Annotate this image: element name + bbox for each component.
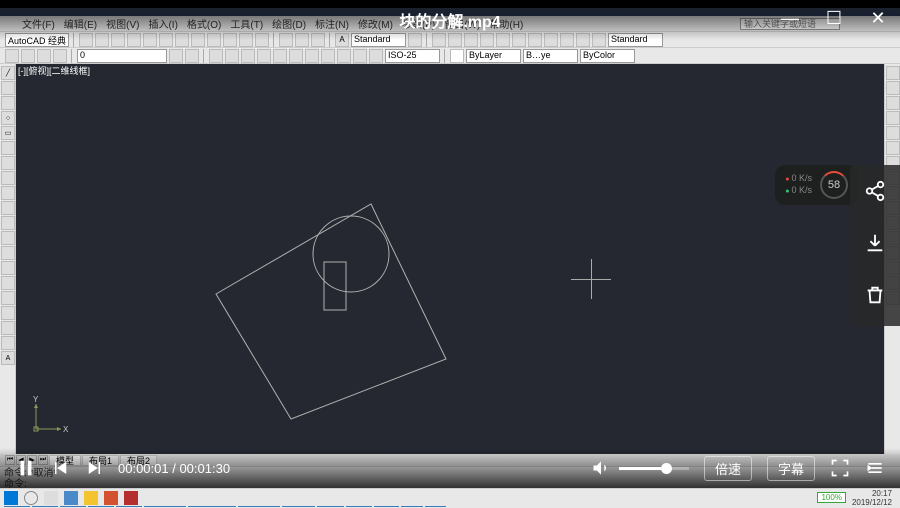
draw-icon[interactable] — [1, 171, 15, 185]
draw-icon[interactable] — [1, 186, 15, 200]
modify-icon[interactable] — [886, 141, 900, 155]
tool-icon[interactable] — [5, 49, 19, 63]
tool-icon[interactable] — [53, 49, 67, 63]
linetype-select[interactable]: B…ye — [523, 49, 578, 63]
draw-text-icon[interactable]: A — [1, 351, 15, 365]
draw-arc-icon[interactable] — [1, 96, 15, 110]
tool-icon[interactable] — [321, 49, 335, 63]
search-icon[interactable] — [24, 491, 38, 505]
window-controls: — ☐ ✕ — [778, 8, 890, 29]
autocad-app-icon[interactable] — [124, 491, 138, 505]
side-panel — [850, 165, 900, 326]
tool-icon[interactable] — [185, 49, 199, 63]
autocad-window: 文件(F) 编辑(E) 视图(V) 插入(I) 格式(O) 工具(T) 绘图(D… — [0, 8, 900, 498]
pause-button[interactable] — [15, 457, 37, 479]
tool-icon[interactable] — [209, 49, 223, 63]
bycolor-select[interactable]: ByColor — [580, 49, 635, 63]
tool-icon[interactable] — [37, 49, 51, 63]
draw-icon[interactable] — [1, 141, 15, 155]
modify-icon[interactable] — [886, 111, 900, 125]
net-value: 58 — [820, 171, 848, 199]
tool-icon[interactable] — [353, 49, 367, 63]
svg-text:X: X — [63, 425, 69, 434]
tool-icon[interactable] — [369, 49, 383, 63]
modify-icon[interactable] — [886, 126, 900, 140]
tool-icon[interactable] — [257, 49, 271, 63]
bylayer-select[interactable]: ByLayer — [466, 49, 521, 63]
tool-icon[interactable] — [225, 49, 239, 63]
network-badge: 0 K/s 0 K/s 58 — [775, 165, 858, 205]
svg-text:Y: Y — [33, 395, 39, 404]
tool-icon[interactable] — [305, 49, 319, 63]
fullscreen-button[interactable] — [830, 458, 850, 478]
draw-line-icon[interactable]: ╱ — [1, 66, 15, 80]
volume-icon[interactable] — [591, 458, 611, 478]
draw-icon[interactable] — [1, 246, 15, 260]
explorer-icon[interactable] — [84, 491, 98, 505]
draw-polyline-icon[interactable] — [1, 81, 15, 95]
draw-icon[interactable] — [1, 231, 15, 245]
cad-toolbar-2: 0 ISO-25 ByLayer B…ye ByColor — [0, 48, 900, 64]
ucs-icon: X Y — [31, 394, 71, 439]
minimize-button[interactable]: — — [778, 8, 802, 29]
ppt-icon[interactable] — [104, 491, 118, 505]
upload-speed: 0 K/s — [785, 173, 812, 185]
draw-icon[interactable] — [1, 336, 15, 350]
start-button[interactable] — [4, 491, 18, 505]
volume-control[interactable] — [591, 458, 689, 478]
tool-icon[interactable] — [289, 49, 303, 63]
video-controls: 00:00:01 / 00:01:30 倍速 字幕 — [0, 448, 900, 488]
tool-icon[interactable] — [21, 49, 35, 63]
draw-icon[interactable] — [1, 156, 15, 170]
maximize-button[interactable]: ☐ — [822, 8, 846, 29]
draw-icon[interactable] — [1, 201, 15, 215]
share-icon[interactable] — [864, 180, 886, 207]
iso-select[interactable]: ISO-25 — [385, 49, 440, 63]
time-display: 00:00:01 / 00:01:30 — [118, 461, 230, 476]
tool-icon[interactable] — [169, 49, 183, 63]
modify-icon[interactable] — [886, 66, 900, 80]
layer-select[interactable]: 0 — [77, 49, 167, 63]
system-clock[interactable]: 20:17 2019/12/12 — [852, 489, 896, 507]
download-icon[interactable] — [864, 232, 886, 259]
tool-icon[interactable] — [337, 49, 351, 63]
windows-taskbar: 100% 20:17 2019/12/12 — [0, 488, 900, 506]
playlist-button[interactable] — [865, 458, 885, 478]
modify-icon[interactable] — [886, 96, 900, 110]
next-button[interactable] — [85, 459, 103, 477]
speed-button[interactable]: 倍速 — [704, 456, 752, 481]
draw-icon[interactable] — [1, 291, 15, 305]
drawing-canvas[interactable]: [-][俯视][二维线框] X Y — [16, 64, 884, 454]
draw-icon[interactable] — [1, 276, 15, 290]
volume-slider[interactable] — [619, 467, 689, 470]
video-title: 块的分解.mp4 — [399, 8, 500, 32]
draw-rect-icon[interactable]: ▭ — [1, 126, 15, 140]
battery-badge: 100% — [817, 492, 845, 503]
taskview-icon[interactable] — [44, 491, 58, 505]
draw-icon[interactable] — [1, 216, 15, 230]
edge-icon[interactable] — [64, 491, 78, 505]
draw-icon[interactable] — [1, 321, 15, 335]
close-button[interactable]: ✕ — [866, 8, 890, 29]
tool-icon[interactable] — [241, 49, 255, 63]
cad-main: ╱ ○ ▭ A [-][俯视][二维线框] — [0, 64, 900, 454]
draw-icon[interactable] — [1, 306, 15, 320]
video-title-bar: 块的分解.mp4 — [0, 0, 900, 40]
draw-circle-icon[interactable]: ○ — [1, 111, 15, 125]
modify-icon[interactable] — [886, 81, 900, 95]
left-toolbar: ╱ ○ ▭ A — [0, 64, 16, 454]
prev-button[interactable] — [52, 459, 70, 477]
color-icon[interactable] — [450, 49, 464, 63]
download-speed: 0 K/s — [785, 185, 812, 197]
cad-drawing — [16, 64, 876, 454]
tool-icon[interactable] — [273, 49, 287, 63]
delete-icon[interactable] — [864, 284, 886, 311]
draw-icon[interactable] — [1, 261, 15, 275]
subtitle-button[interactable]: 字幕 — [767, 456, 815, 481]
